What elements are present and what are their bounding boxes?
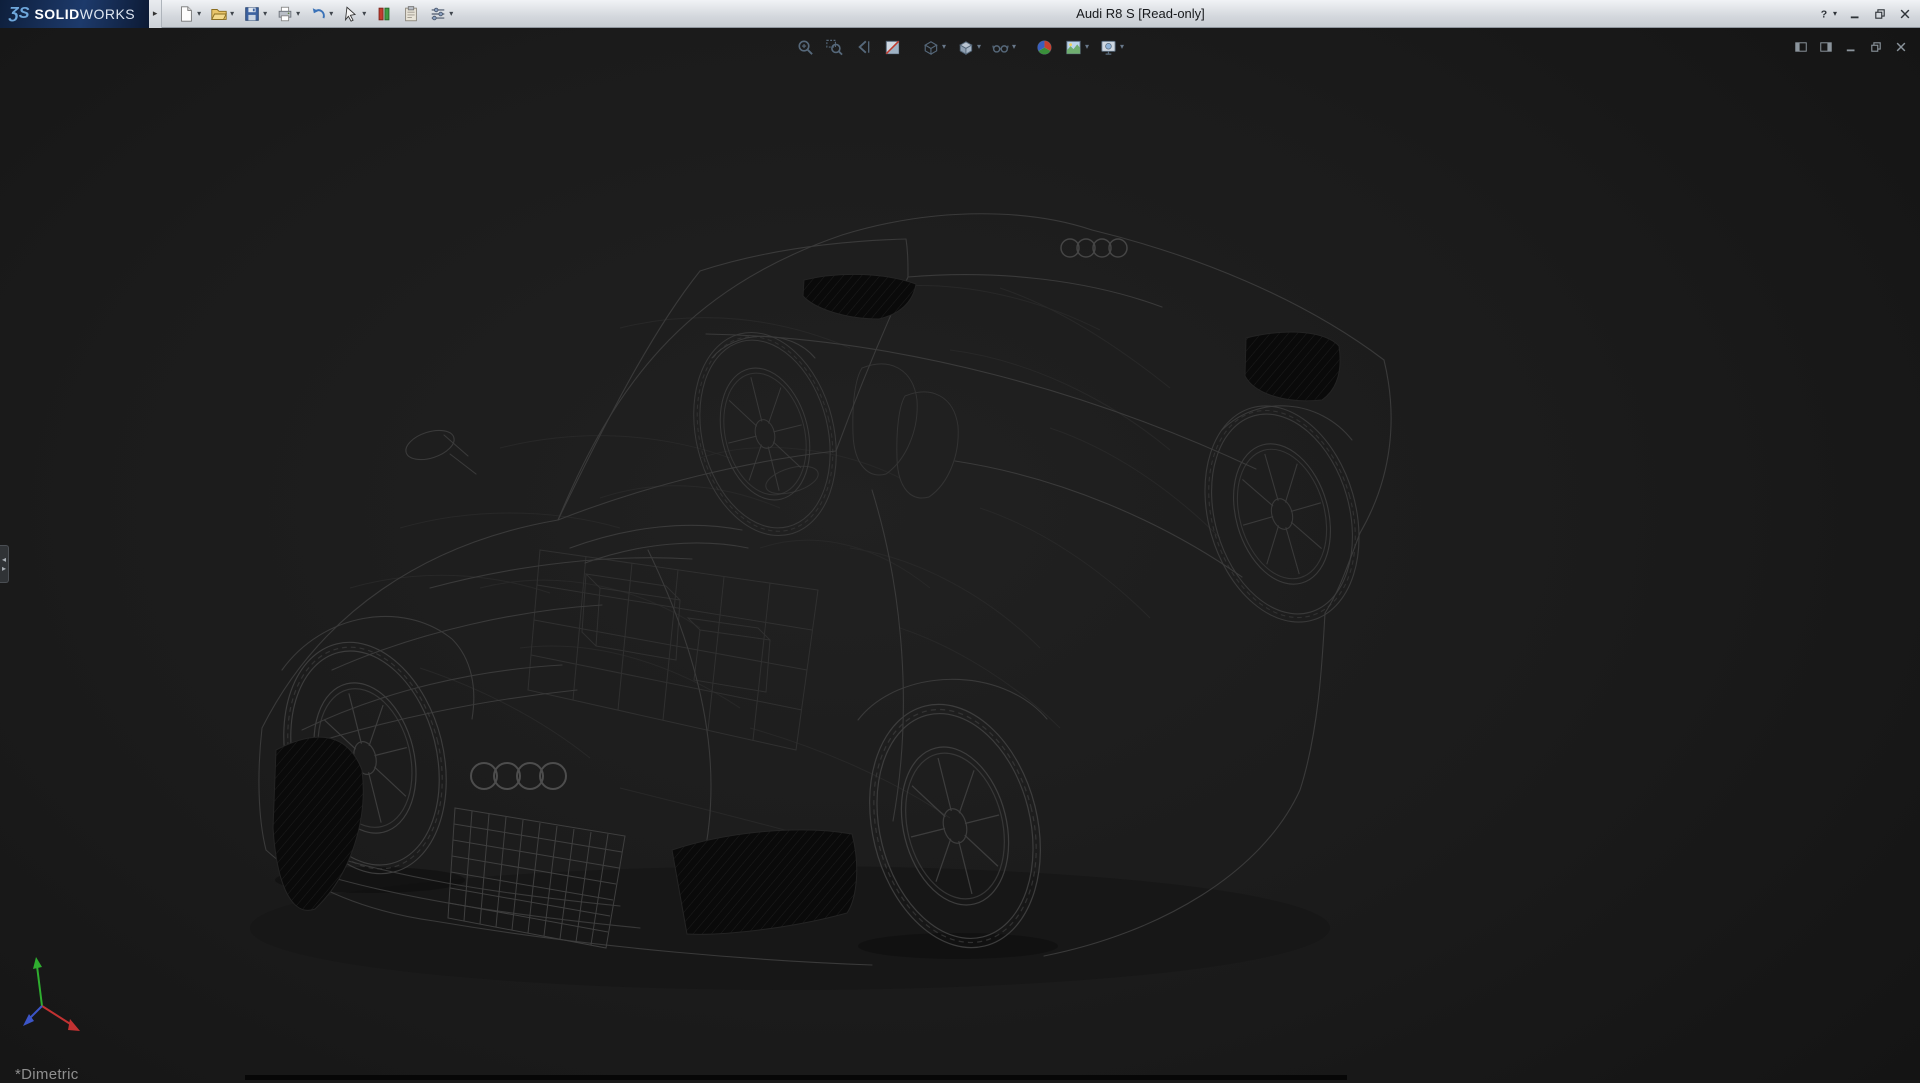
hide-show-items-dropdown-arrow-icon[interactable]: ▾ (1012, 43, 1016, 51)
view-settings-dropdown-arrow-icon[interactable]: ▾ (1120, 43, 1124, 51)
hide-show-items-button[interactable]: ▾ (988, 35, 1019, 59)
restore-document-button[interactable] (1868, 35, 1884, 59)
graphics-area: ▾ ▾ ▾ ▾ ▾ ◂ ▸ *Dimetric (0, 28, 1920, 1080)
section-view-icon (883, 38, 902, 57)
minimize-document-icon (1844, 40, 1858, 54)
open-document-button[interactable]: ▾ (207, 2, 237, 26)
view-settings-button[interactable]: ▾ (1096, 35, 1127, 59)
view-orientation-button[interactable]: ▾ (918, 35, 949, 59)
orientation-triad-icon (23, 957, 80, 1031)
previous-view-icon (854, 38, 873, 57)
options-icon (429, 5, 447, 23)
edit-appearance-button[interactable] (1032, 35, 1057, 59)
apply-scene-button[interactable]: ▾ (1061, 35, 1092, 59)
zoom-to-fit-icon (796, 38, 815, 57)
splitter-collapse-icon: ◂ (2, 555, 6, 564)
new-document-button[interactable]: ▾ (174, 2, 204, 26)
wireframe-car-model (250, 214, 1391, 990)
window-controls: ▾ (1814, 0, 1915, 28)
pane-left-button[interactable] (1793, 35, 1809, 59)
open-document-icon (210, 5, 228, 23)
help-button[interactable]: ▾ (1814, 3, 1840, 25)
model-canvas[interactable] (0, 28, 1920, 1080)
options-button[interactable]: ▾ (426, 2, 456, 26)
minimize-window-icon (1848, 7, 1862, 21)
apply-scene-dropdown-arrow-icon[interactable]: ▾ (1085, 43, 1089, 51)
display-style-icon (956, 38, 975, 57)
select-icon (342, 5, 360, 23)
print-dropdown-arrow-icon[interactable]: ▾ (296, 10, 300, 18)
open-document-dropdown-arrow-icon[interactable]: ▾ (230, 10, 234, 18)
rebuild-button[interactable] (399, 2, 423, 26)
close-document-icon (1894, 40, 1908, 54)
save-button[interactable]: ▾ (240, 2, 270, 26)
print-button[interactable]: ▾ (273, 2, 303, 26)
zoom-to-area-icon (825, 38, 844, 57)
apply-scene-icon (1064, 38, 1083, 57)
edit-color-button[interactable] (372, 2, 396, 26)
audi-rings-rear (1061, 239, 1127, 257)
zoom-to-fit-button[interactable] (793, 35, 818, 59)
view-orientation-label: *Dimetric (15, 1066, 79, 1083)
save-dropdown-arrow-icon[interactable]: ▾ (263, 10, 267, 18)
main-toolbar: ▾ ▾ ▾ ▾ ▾ ▾ ▾ (162, 2, 456, 26)
restore-document-icon (1869, 40, 1883, 54)
solidworks-logo: ƷS SOLIDWORKS (0, 0, 149, 28)
edit-color-icon (375, 5, 393, 23)
new-document-dropdown-arrow-icon[interactable]: ▾ (197, 10, 201, 18)
window-title: Audi R8 S [Read-only] (1076, 0, 1205, 28)
rebuild-icon (402, 5, 420, 23)
minimize-document-button[interactable] (1843, 35, 1859, 59)
help-dropdown-arrow-icon[interactable]: ▾ (1833, 10, 1837, 18)
close-window-icon (1898, 7, 1912, 21)
pane-right-icon (1819, 40, 1833, 54)
section-view-button[interactable] (880, 35, 905, 59)
zoom-to-area-button[interactable] (822, 35, 847, 59)
close-window-button[interactable] (1895, 3, 1915, 25)
brand-text-solid: SOLID (34, 6, 79, 22)
minimize-window-button[interactable] (1845, 3, 1865, 25)
undo-dropdown-arrow-icon[interactable]: ▾ (329, 10, 333, 18)
heads-up-view-toolbar: ▾ ▾ ▾ ▾ ▾ (793, 35, 1127, 59)
select-button[interactable]: ▾ (339, 2, 369, 26)
panel-splitter-handle[interactable]: ◂ ▸ (0, 545, 9, 583)
menu-expand-button[interactable]: ▸ (149, 0, 162, 28)
display-style-button[interactable]: ▾ (953, 35, 984, 59)
edit-appearance-icon (1035, 38, 1054, 57)
pane-right-button[interactable] (1818, 35, 1834, 59)
maximize-window-button[interactable] (1870, 3, 1890, 25)
help-icon (1817, 7, 1831, 21)
previous-view-button[interactable] (851, 35, 876, 59)
save-icon (243, 5, 261, 23)
undo-button[interactable]: ▾ (306, 2, 336, 26)
brand-text-works: WORKS (80, 6, 135, 22)
options-dropdown-arrow-icon[interactable]: ▾ (449, 10, 453, 18)
taskbar-edge (245, 1075, 1347, 1080)
document-window-controls (1793, 35, 1909, 59)
hide-show-items-icon (991, 38, 1010, 57)
close-document-button[interactable] (1893, 35, 1909, 59)
view-orientation-icon (921, 38, 940, 57)
print-icon (276, 5, 294, 23)
title-bar: ƷS SOLIDWORKS ▸ ▾ ▾ ▾ ▾ ▾ ▾ ▾ Audi R8 S [Read-… (0, 0, 1920, 28)
new-document-icon (177, 5, 195, 23)
select-dropdown-arrow-icon[interactable]: ▾ (362, 10, 366, 18)
dassault-logo-icon: ƷS (9, 5, 29, 23)
undo-icon (309, 5, 327, 23)
display-style-dropdown-arrow-icon[interactable]: ▾ (977, 43, 981, 51)
splitter-expand-icon: ▸ (2, 564, 6, 573)
maximize-window-icon (1873, 7, 1887, 21)
pane-left-icon (1794, 40, 1808, 54)
view-settings-icon (1099, 38, 1118, 57)
view-orientation-dropdown-arrow-icon[interactable]: ▾ (942, 43, 946, 51)
audi-rings-front (471, 763, 566, 789)
